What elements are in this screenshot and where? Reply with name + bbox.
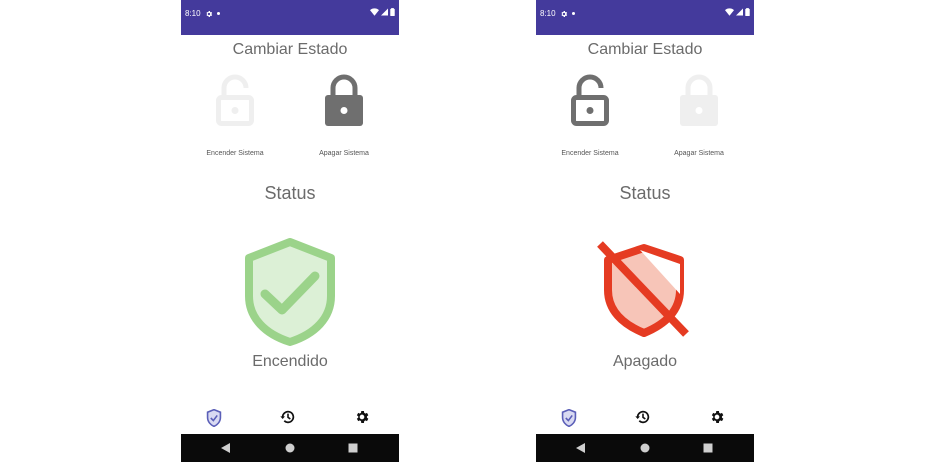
system-nav-bar [181,434,399,462]
shield-off-icon [597,241,689,337]
back-icon[interactable] [221,443,231,453]
status-time: 8:10 [540,9,556,18]
settings-icon [356,411,369,423]
history-icon [635,410,650,424]
turn-on-label: Encender Sistema [206,150,264,157]
lock-closed-icon [680,74,718,126]
system-nav-bar [536,434,754,462]
recents-icon[interactable] [348,443,358,453]
status-bar: 8:10 [181,0,399,35]
shield-check-icon [245,238,335,346]
recents-icon[interactable] [703,443,713,453]
phone-screen-on: 8:10 Cambiar Estado Encender Sistema Apa… [181,0,399,462]
notification-dot-icon [216,12,220,15]
notification-dot-icon [571,12,575,15]
lock-closed-icon [325,74,363,126]
system-state-text: Encendido [252,353,328,370]
turn-off-label: Apagar Sistema [319,150,369,157]
turn-on-button[interactable]: Encender Sistema [190,72,280,164]
nav-status-button[interactable] [206,408,226,429]
history-icon [280,410,295,424]
settings-status-icon [561,10,567,17]
phone-screen-off: 8:10 Cambiar Estado Encender Sistema Apa… [536,0,754,462]
settings-icon [711,411,724,423]
wifi-icon [725,8,734,16]
bottom-nav [181,404,399,434]
home-icon[interactable] [285,443,295,453]
lock-open-icon [571,74,609,126]
turn-off-button[interactable]: Apagar Sistema [299,72,389,164]
signal-icon [381,8,388,16]
nav-history-button[interactable] [280,409,300,429]
lock-open-icon [216,74,254,126]
shield-icon [561,408,577,428]
nav-status-button[interactable] [561,408,581,429]
signal-icon [736,8,743,16]
status-title: Status [264,183,316,203]
turn-on-button[interactable]: Encender Sistema [545,72,635,164]
battery-icon [390,8,395,16]
nav-settings-button[interactable] [354,409,374,429]
wifi-icon [370,8,379,16]
status-bar: 8:10 [536,0,754,35]
nav-history-button[interactable] [635,409,655,429]
section-title: Cambiar Estado [587,41,703,58]
back-icon[interactable] [576,443,586,453]
turn-on-label: Encender Sistema [561,150,619,157]
turn-off-label: Apagar Sistema [674,150,724,157]
section-title: Cambiar Estado [232,41,348,58]
battery-icon [745,8,750,16]
shield-icon [206,408,222,428]
settings-status-icon [206,10,212,17]
system-state-text: Apagado [612,353,678,370]
bottom-nav [536,404,754,434]
nav-settings-button[interactable] [709,409,729,429]
turn-off-button[interactable]: Apagar Sistema [654,72,744,164]
status-time: 8:10 [185,9,201,18]
home-icon[interactable] [640,443,650,453]
status-title: Status [619,183,671,203]
